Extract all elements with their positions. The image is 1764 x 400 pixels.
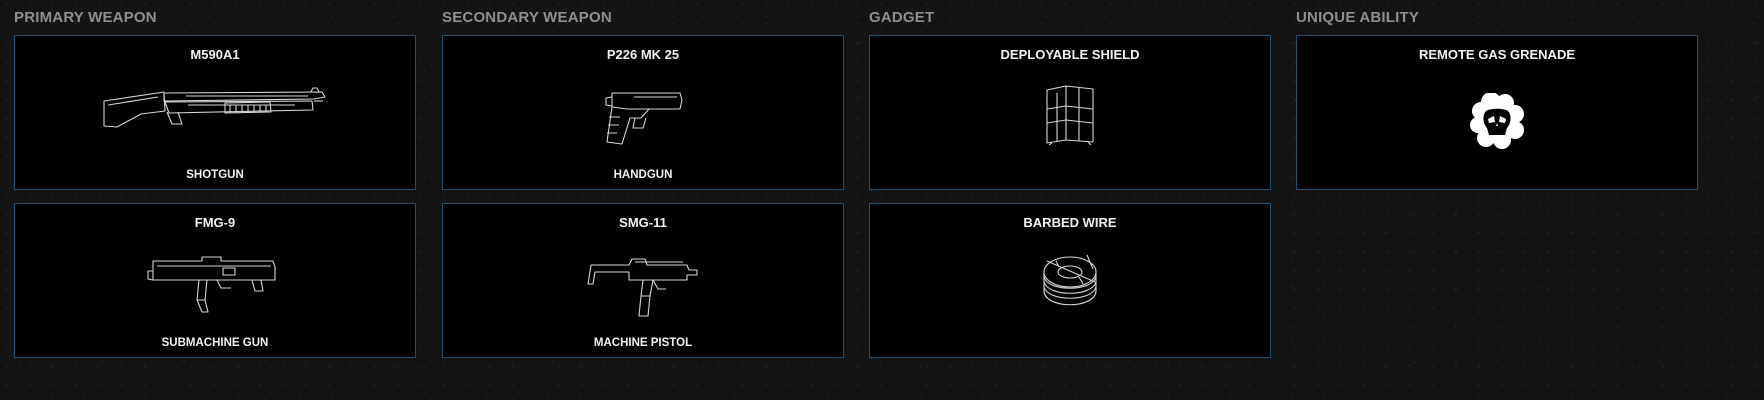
gas-grenade-icon: [1470, 93, 1524, 149]
card-type: MACHINE PISTOL: [593, 337, 693, 349]
machine-pistol-icon: [587, 258, 698, 317]
card-name: REMOTE GAS GRENADE: [1418, 47, 1575, 62]
shotgun-icon: [103, 87, 326, 128]
card-name: SMG-11: [619, 215, 667, 230]
card-type: SUBMACHINE GUN: [161, 337, 269, 349]
card-name: DEPLOYABLE SHIELD: [1000, 47, 1140, 62]
loadout-card-remote-gas-grenade[interactable]: REMOTE GAS GRENADE: [1296, 35, 1698, 190]
loadout-card-barbed-wire[interactable]: BARBED WIRE: [869, 203, 1271, 358]
card-type: HANDGUN: [613, 169, 673, 181]
loadout-card-m590a1[interactable]: M590A1 SHOTGUN: [14, 35, 416, 190]
card-name: M590A1: [190, 47, 240, 62]
unique-ability-section: UNIQUE ABILITY REMOTE GAS GRENADE: [1296, 0, 1698, 203]
loadout-card-fmg-9[interactable]: FMG-9 SUBMACHINE GUN: [14, 203, 416, 358]
loadout-card-p226-mk-25[interactable]: P226 MK 25 HANDGUN: [442, 35, 844, 190]
submachine-gun-icon: [147, 256, 276, 313]
section-title-primary-weapon: PRIMARY WEAPON: [14, 9, 157, 26]
card-type: SHOTGUN: [186, 169, 244, 181]
card-name: P226 MK 25: [606, 47, 680, 62]
primary-weapon-section: PRIMARY WEAPON M590A1 SHOTGUN FMG-9 SUBM…: [14, 0, 416, 371]
secondary-weapon-section: SECONDARY WEAPON P226 MK 25 HANDGUN SMG-…: [442, 0, 844, 371]
card-name: FMG-9: [194, 215, 236, 230]
section-title-gadget: GADGET: [869, 9, 935, 26]
section-title-unique-ability: UNIQUE ABILITY: [1296, 9, 1420, 26]
loadout-card-deployable-shield[interactable]: DEPLOYABLE SHIELD: [869, 35, 1271, 190]
barbed-wire-icon: [1043, 254, 1097, 306]
section-title-secondary-weapon: SECONDARY WEAPON: [442, 9, 612, 26]
gadget-section: GADGET DEPLOYABLE SHIELD BARBED WIRE: [869, 0, 1271, 371]
handgun-icon: [605, 92, 683, 145]
deployable-shield-icon: [1046, 85, 1094, 145]
loadout-card-smg-11[interactable]: SMG-11 MACHINE PISTOL: [442, 203, 844, 358]
card-name: BARBED WIRE: [1023, 215, 1117, 230]
